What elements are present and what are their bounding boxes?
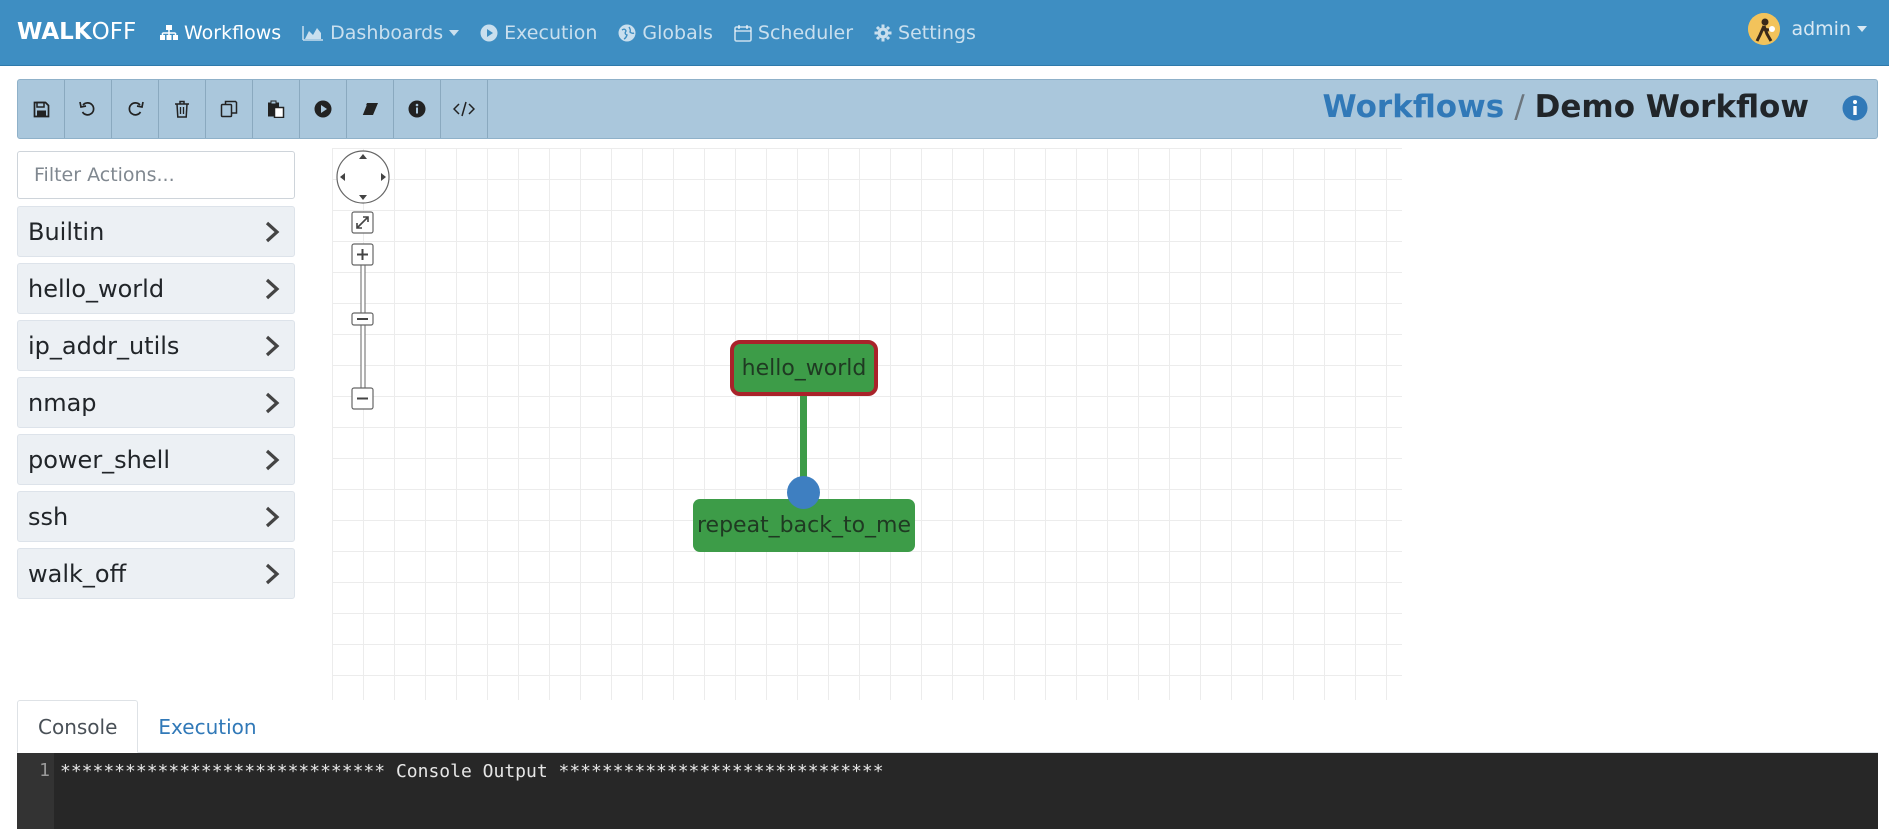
nav-globals-label: Globals <box>642 22 713 44</box>
execute-button[interactable] <box>300 80 347 138</box>
app-item-label: power_shell <box>28 445 170 474</box>
top-navbar: WALKOFF Workflows Dashboards Execution G… <box>0 0 1889 66</box>
console-output[interactable]: 1 ****************************** Console… <box>17 753 1878 829</box>
app-item-label: hello_world <box>28 274 165 303</box>
redo-button[interactable] <box>112 80 159 138</box>
paste-button[interactable] <box>253 80 300 138</box>
app-item-builtin[interactable]: Builtin <box>17 206 295 257</box>
graph-node-hello-world[interactable]: hello_world <box>730 340 878 396</box>
delete-button[interactable] <box>159 80 206 138</box>
main-nav: Workflows Dashboards Execution Globals S… <box>160 0 997 66</box>
app-item-ssh[interactable]: ssh <box>17 491 295 542</box>
view-code-button[interactable] <box>441 80 488 138</box>
chevron-right-icon <box>265 449 280 470</box>
filter-actions-input[interactable] <box>17 151 295 199</box>
info-button[interactable] <box>394 80 441 138</box>
copy-button[interactable] <box>206 80 253 138</box>
breadcrumb: Workflows / Demo Workflow <box>1323 89 1845 125</box>
copy-icon <box>220 100 238 118</box>
chevron-down-icon <box>1857 26 1867 32</box>
toolbar-button-group <box>18 80 488 138</box>
console-line-number: 1 <box>17 753 54 829</box>
app-item-label: Builtin <box>28 217 105 246</box>
brand-light: OFF <box>91 19 137 45</box>
save-icon <box>33 101 49 117</box>
undo-button[interactable] <box>65 80 112 138</box>
app-list: Builtin hello_world ip_addr_utils nmap p… <box>17 206 295 605</box>
chevron-down-icon <box>449 30 460 36</box>
zoom-out-button[interactable] <box>351 387 374 410</box>
nav-dashboards[interactable]: Dashboards <box>302 22 460 44</box>
nav-globals[interactable]: Globals <box>618 22 713 44</box>
brand-bold: WALK <box>17 19 92 45</box>
chevron-right-icon <box>265 392 280 413</box>
avatar <box>1748 13 1781 45</box>
app-item-ip-addr-utils[interactable]: ip_addr_utils <box>17 320 295 371</box>
console-line: ****************************** Console O… <box>60 761 884 782</box>
app-item-walk-off[interactable]: walk_off <box>17 548 295 599</box>
app-item-nmap[interactable]: nmap <box>17 377 295 428</box>
eraser-icon <box>361 103 378 116</box>
nav-execution[interactable]: Execution <box>480 22 597 44</box>
nav-workflows-label: Workflows <box>184 22 282 44</box>
nav-execution-label: Execution <box>504 22 598 44</box>
bottom-tabs: Console Execution <box>17 700 1878 753</box>
redo-icon <box>128 101 144 116</box>
info-icon <box>408 100 426 118</box>
chevron-right-icon <box>265 335 280 356</box>
zoom-in-button[interactable] <box>351 243 374 266</box>
save-button[interactable] <box>18 80 65 138</box>
graph-node-label: hello_world <box>741 355 867 381</box>
trash-icon <box>175 100 189 118</box>
user-menu[interactable]: admin <box>1748 13 1867 45</box>
chevron-right-icon <box>265 221 280 242</box>
undo-icon <box>79 101 95 116</box>
app-item-label: ssh <box>28 502 69 531</box>
chevron-right-icon <box>265 506 280 527</box>
code-icon <box>453 101 475 117</box>
nav-scheduler-label: Scheduler <box>757 22 854 44</box>
nav-dashboards-label: Dashboards <box>330 22 444 44</box>
user-name: admin <box>1791 18 1851 40</box>
zoom-slider-handle[interactable] <box>351 312 374 326</box>
sitemap-icon <box>160 25 178 40</box>
clear-button[interactable] <box>347 80 394 138</box>
chevron-right-icon <box>265 278 280 299</box>
page-title: Demo Workflow <box>1534 89 1809 125</box>
edge-endpoint-handle[interactable] <box>787 476 820 509</box>
app-item-hello-world[interactable]: hello_world <box>17 263 295 314</box>
globe-icon <box>618 24 636 42</box>
app-item-label: walk_off <box>28 559 127 588</box>
play-icon <box>314 100 332 118</box>
calendar-icon <box>734 25 752 42</box>
play-circle-icon <box>480 24 498 42</box>
workflow-canvas[interactable] <box>332 148 1402 700</box>
breadcrumb-workflows-link[interactable]: Workflows <box>1323 89 1505 125</box>
gear-icon <box>874 24 892 42</box>
tab-execution[interactable]: Execution <box>138 700 276 753</box>
nav-scheduler[interactable]: Scheduler <box>734 22 853 44</box>
app-item-power-shell[interactable]: power_shell <box>17 434 295 485</box>
nav-workflows[interactable]: Workflows <box>160 22 281 44</box>
paste-icon <box>268 100 285 118</box>
workflow-info-icon[interactable] <box>1842 95 1868 121</box>
app-item-label: nmap <box>28 388 97 417</box>
breadcrumb-separator: / <box>1514 89 1525 125</box>
chevron-right-icon <box>265 563 280 584</box>
nav-settings[interactable]: Settings <box>874 22 976 44</box>
area-chart-icon <box>302 26 324 41</box>
panzoom-control[interactable] <box>336 150 396 420</box>
workflow-toolbar: Workflows / Demo Workflow <box>17 79 1878 139</box>
app-item-label: ip_addr_utils <box>28 331 180 360</box>
graph-node-label: repeat_back_to_me <box>696 513 912 538</box>
nav-settings-label: Settings <box>898 22 976 44</box>
tab-console[interactable]: Console <box>17 700 139 753</box>
fit-button[interactable] <box>351 211 374 234</box>
pan-control[interactable] <box>336 150 390 204</box>
brand-logo[interactable]: WALKOFF <box>17 19 136 45</box>
